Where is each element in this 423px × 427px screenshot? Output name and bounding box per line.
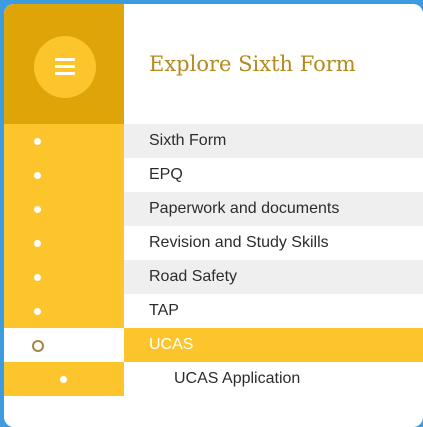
nav-list: Sixth Form EPQ Paperwork and documents R… <box>4 124 423 396</box>
menu-header: Explore Sixth Form <box>4 4 423 124</box>
nav-item-paperwork[interactable]: Paperwork and documents <box>4 192 423 226</box>
nav-item-ucas[interactable]: UCAS <box>4 328 423 362</box>
nav-item-revision[interactable]: Revision and Study Skills <box>4 226 423 260</box>
nav-item-label[interactable]: Sixth Form <box>149 132 226 150</box>
nav-item-epq[interactable]: EPQ <box>4 158 423 192</box>
explore-menu-panel: Explore Sixth Form Sixth Form EPQ Paperw… <box>4 4 423 427</box>
bullet-icon <box>34 240 41 247</box>
nav-item-label[interactable]: TAP <box>149 302 179 320</box>
bullet-icon <box>34 206 41 213</box>
nav-item-label[interactable]: Paperwork and documents <box>149 200 339 218</box>
bullet-icon <box>34 138 41 145</box>
nav-item-label[interactable]: Road Safety <box>149 268 237 286</box>
hamburger-menu-icon <box>55 58 75 76</box>
nav-item-road-safety[interactable]: Road Safety <box>4 260 423 294</box>
menu-title: Explore Sixth Form <box>149 52 356 76</box>
menu-header-gold-block <box>4 4 124 124</box>
bullet-icon <box>60 376 67 383</box>
nav-subitem-label[interactable]: UCAS Application <box>174 370 300 388</box>
nav-item-label[interactable]: EPQ <box>149 166 183 184</box>
nav-subitem-ucas-application[interactable]: UCAS Application <box>4 362 423 396</box>
bullet-icon <box>34 308 41 315</box>
bullet-icon <box>34 274 41 281</box>
nav-item-sixth-form[interactable]: Sixth Form <box>4 124 423 158</box>
nav-item-label[interactable]: UCAS <box>149 336 193 354</box>
nav-item-label[interactable]: Revision and Study Skills <box>149 234 329 252</box>
bullet-icon <box>34 172 41 179</box>
open-circle-icon <box>32 340 44 352</box>
nav-item-tap[interactable]: TAP <box>4 294 423 328</box>
menu-toggle-button[interactable] <box>34 36 96 98</box>
